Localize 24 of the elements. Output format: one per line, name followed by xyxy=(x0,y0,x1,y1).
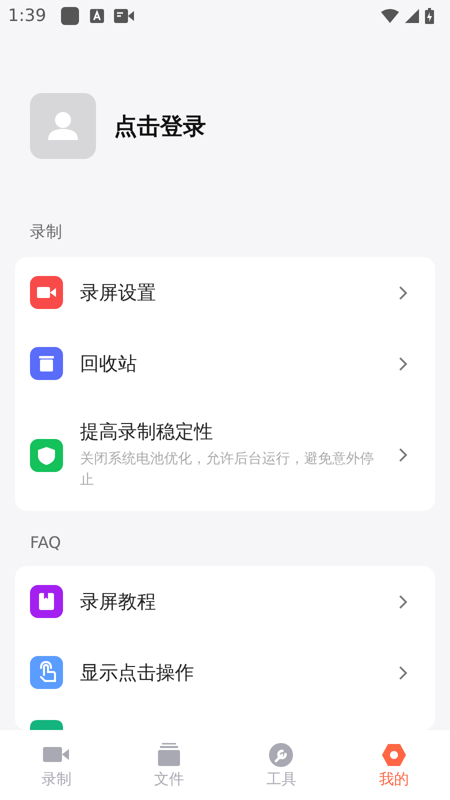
app-notification-icon xyxy=(60,6,80,26)
chevron-right-icon xyxy=(398,664,408,680)
wifi-icon xyxy=(381,9,399,23)
hexagon-icon xyxy=(380,742,408,768)
menu-item-title[interactable]: 提高录制稳定性 xyxy=(80,419,381,445)
section-title: FAQ xyxy=(29,532,62,554)
menu-item-title[interactable]: 录屏教程 xyxy=(80,588,381,614)
menu-item-title[interactable]: 显示点击操作 xyxy=(80,660,381,686)
menu-item-description: 关闭系统电池优化，允许后台运行，避免意外停止 xyxy=(80,450,375,490)
battery-icon xyxy=(425,8,434,24)
avatar-icon[interactable] xyxy=(30,93,96,159)
menu-item-title[interactable]: 回收站 xyxy=(80,350,381,376)
wrench-icon xyxy=(267,742,296,768)
text-notification-icon xyxy=(90,9,104,23)
section-title: 录制 xyxy=(29,221,63,243)
login-link[interactable]: 点击登录 xyxy=(114,110,206,142)
menu-item-title[interactable]: 录屏设置 xyxy=(80,280,381,306)
status-time: 1:39 xyxy=(8,6,46,26)
chevron-right-icon xyxy=(398,356,408,372)
signal-icon xyxy=(405,9,419,23)
screen-record-icon xyxy=(114,9,134,23)
chevron-right-icon xyxy=(398,594,408,610)
chevron-right-icon xyxy=(398,284,408,300)
chevron-right-icon xyxy=(398,447,408,463)
